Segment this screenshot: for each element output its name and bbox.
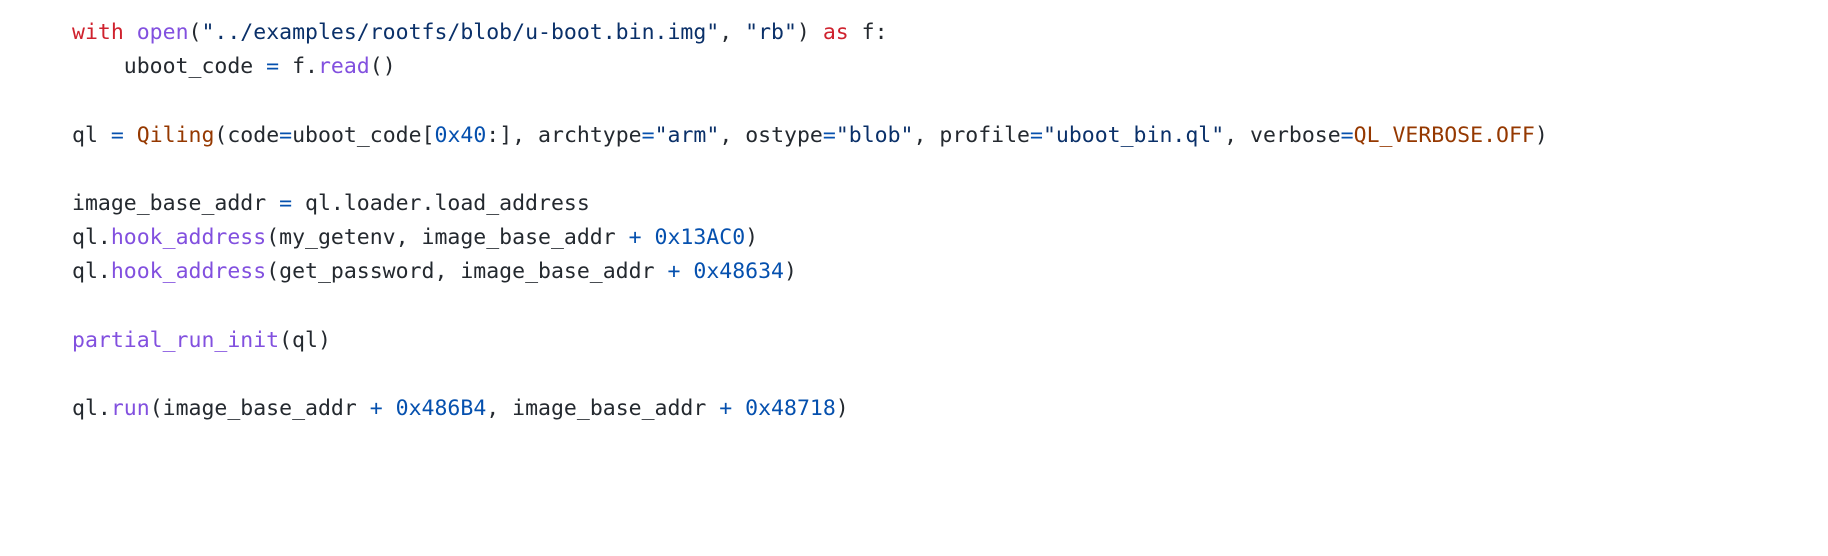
code-block[interactable]: with open("../examples/rootfs/blob/u-boo… [0, 0, 1828, 556]
code-token: + [628, 225, 642, 251]
code-line-blank[interactable] [72, 84, 1828, 118]
code-token: + [719, 396, 733, 422]
code-line-blank[interactable] [72, 290, 1828, 324]
code-token: 0x48718 [745, 396, 836, 422]
code-token: = [822, 122, 836, 148]
code-token: with [72, 20, 124, 45]
code-token: run [110, 396, 150, 422]
code-token: "../examples/rootfs/blob/u-boot.bin.img" [201, 20, 720, 45]
code-token: "rb" [745, 20, 797, 45]
code-token: ql. [72, 259, 111, 285]
code-token: ql [72, 122, 111, 148]
code-token: as [822, 20, 849, 45]
code-line[interactable]: ql.hook_address(my_getenv, image_base_ad… [72, 221, 1828, 255]
code-token: 0x13AC0 [654, 225, 746, 251]
code-token: QL_VERBOSE.OFF [1353, 122, 1535, 148]
code-token: uboot_code [72, 54, 267, 80]
code-token: hook_address [110, 225, 267, 251]
code-line[interactable]: image_base_addr = ql.loader.load_address [72, 187, 1828, 221]
code-token: "uboot_bin.ql" [1042, 122, 1225, 148]
code-token: ) [745, 225, 759, 251]
code-line[interactable]: uboot_code = f.read() [72, 50, 1828, 84]
code-token: , [719, 20, 746, 45]
code-token: 0x48634 [693, 259, 784, 285]
code-token: read [317, 54, 370, 80]
code-token: = [266, 54, 280, 80]
code-token: (my_getenv, image_base_addr [266, 225, 629, 251]
code-token: (get_password, image_base_addr [266, 259, 668, 285]
code-token: , image_base_addr [486, 396, 720, 422]
code-token: 0x486B4 [395, 396, 487, 422]
code-token: , verbose [1224, 122, 1341, 148]
code-token: ql. [72, 396, 111, 422]
code-token: + [667, 259, 681, 285]
code-token: ) [835, 396, 849, 422]
code-token: ( [188, 20, 202, 45]
code-line[interactable]: ql.hook_address(get_password, image_base… [72, 255, 1828, 289]
code-token: partial_run_init [72, 327, 280, 353]
code-token: hook_address [110, 259, 267, 285]
code-line[interactable]: ql = Qiling(code=uboot_code[0x40:], arch… [72, 119, 1828, 153]
code-token: Qiling [136, 122, 215, 148]
code-token: f: [848, 20, 888, 45]
code-token: :], archtype [486, 122, 642, 148]
code-token: ) [796, 20, 810, 45]
code-token: image_base_addr [72, 190, 280, 216]
code-token: (code [214, 122, 280, 148]
code-token: open [136, 20, 189, 45]
code-token: ) [783, 259, 797, 285]
code-token: ql.loader.load_address [292, 190, 590, 216]
code-token: uboot_code[ [292, 122, 435, 148]
code-token: + [369, 396, 383, 422]
code-token: , ostype [719, 122, 823, 148]
code-token: 0x40 [434, 122, 487, 148]
code-token: "blob" [835, 122, 914, 148]
code-token: , profile [913, 122, 1031, 148]
code-line[interactable]: with open("../examples/rootfs/blob/u-boo… [72, 16, 1828, 50]
code-line-blank[interactable] [72, 358, 1828, 392]
code-token: = [279, 122, 293, 148]
code-line[interactable]: partial_run_init(ql) [72, 324, 1828, 358]
code-token: = [279, 190, 293, 216]
code-token: = [1030, 122, 1043, 148]
code-line-blank[interactable] [72, 153, 1828, 187]
code-token: () [369, 54, 396, 80]
code-token: ql. [72, 225, 111, 251]
code-token: = [110, 122, 124, 148]
code-token: "arm" [654, 122, 720, 148]
code-token: ) [1534, 122, 1548, 148]
code-token: (ql) [279, 327, 331, 353]
code-token: (image_base_addr [149, 396, 370, 422]
code-token: = [641, 122, 655, 148]
code-token: = [1340, 122, 1354, 148]
code-line[interactable]: ql.run(image_base_addr + 0x486B4, image_… [72, 392, 1828, 426]
code-token: f. [279, 54, 318, 80]
